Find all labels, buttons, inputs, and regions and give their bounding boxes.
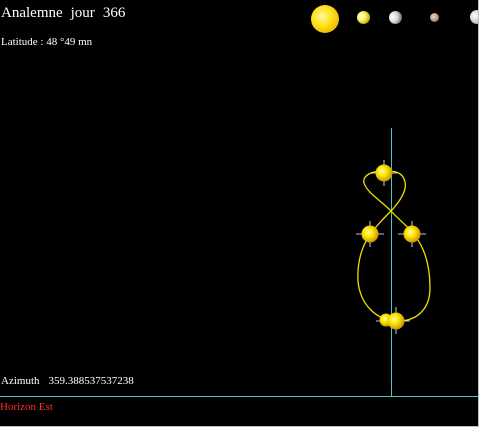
analemma-plot bbox=[356, 160, 431, 334]
analemma-window: Analemne jour 366 Latitude : 48 °49 mn A… bbox=[0, 0, 479, 427]
sun-marker-top bbox=[371, 160, 397, 186]
horizon-line bbox=[0, 396, 478, 397]
azimuth-readout: Azimuth 359.388537537238 bbox=[1, 375, 134, 387]
horizon-label: Horizon Est bbox=[0, 401, 53, 413]
sun-marker-right bbox=[398, 221, 426, 247]
sun-marker-left bbox=[356, 221, 384, 247]
azimuth-label: Azimuth bbox=[1, 375, 40, 387]
analemma-curve bbox=[357, 170, 431, 322]
azimuth-value: 359.388537537238 bbox=[48, 375, 134, 387]
